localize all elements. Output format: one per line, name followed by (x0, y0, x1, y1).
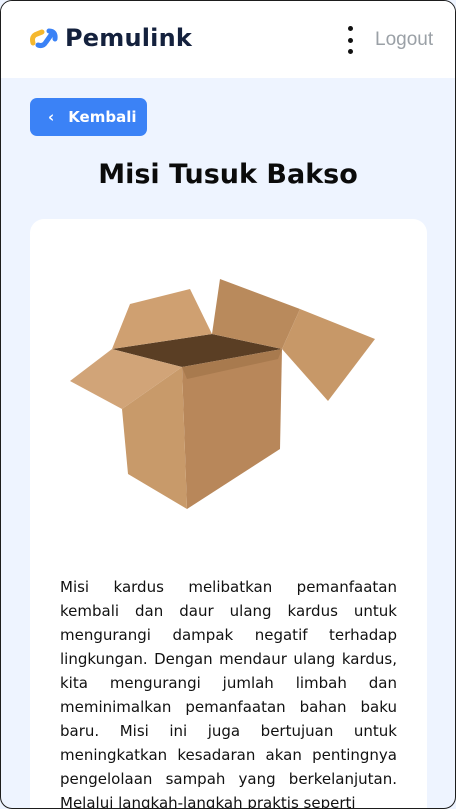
mission-description: Misi kardus melibatkan pemanfaatan kemba… (60, 578, 397, 809)
brand-logo[interactable]: Pemulink (29, 23, 192, 53)
back-button-label: Kembali (68, 108, 137, 126)
brand-name: Pemulink (65, 24, 193, 52)
kebab-dot (347, 49, 353, 54)
back-button[interactable]: ‹ Kembali (30, 98, 147, 136)
page-title: Misi Tusuk Bakso (98, 159, 358, 190)
kebab-dot (347, 37, 353, 43)
cardboard-box-image (70, 279, 375, 509)
link-logo-icon (30, 28, 58, 49)
app-frame: Pemulink Logout ‹ Kembali Misi Tusuk Bak… (0, 0, 456, 809)
chevron-left-icon: ‹ (48, 108, 55, 126)
kebab-dot (347, 26, 353, 31)
logout-link[interactable]: Logout (375, 29, 433, 51)
kebab-menu-icon[interactable] (341, 26, 359, 54)
top-navbar: Pemulink Logout (1, 1, 455, 78)
mission-card: Misi kardus melibatkan pemanfaatan kemba… (30, 219, 427, 809)
